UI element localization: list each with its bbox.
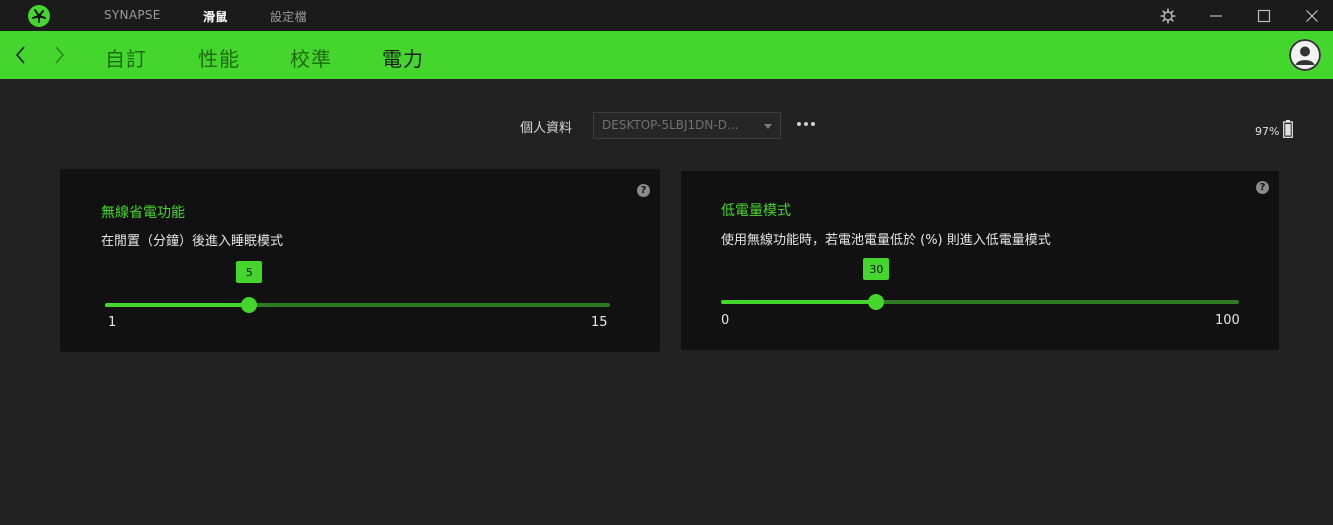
- tab-power[interactable]: 電力: [382, 43, 424, 72]
- slider-fill: [721, 300, 877, 304]
- slider-value-bubble: 5: [236, 261, 263, 283]
- tab-performance[interactable]: 性能: [198, 43, 240, 72]
- razer-logo-icon[interactable]: [27, 4, 51, 28]
- more-options-button[interactable]: [797, 117, 817, 131]
- sleep-timeout-slider[interactable]: 5: [105, 261, 610, 313]
- slider-thumb[interactable]: [868, 294, 885, 310]
- chevron-down-icon: [764, 124, 772, 129]
- low-power-max-label: 100: [1215, 313, 1240, 328]
- sleep-min-label: 1: [108, 315, 117, 330]
- dot-icon: [811, 122, 815, 126]
- dot-icon: [797, 122, 801, 126]
- tab-customize[interactable]: 自訂: [105, 43, 147, 72]
- profile-dropdown[interactable]: DESKTOP-5LBJ1DN-D...: [593, 112, 781, 139]
- sleep-settings-card: ? 無線省電功能 在閒置（分鐘）後進入睡眠模式 5 1 15: [60, 169, 660, 352]
- low-power-min-label: 0: [721, 313, 730, 328]
- slider-thumb[interactable]: [241, 297, 258, 313]
- gear-icon: [1160, 8, 1176, 24]
- settings-gear-button[interactable]: [1157, 5, 1179, 27]
- user-icon: [1289, 39, 1321, 71]
- dot-icon: [804, 122, 808, 126]
- low-power-card-description: 使用無線功能時，若電池電量低於 (%) 則進入低電量模式: [721, 233, 1051, 248]
- topnav-synapse[interactable]: SYNAPSE: [104, 8, 161, 22]
- profile-label: 個人資料: [520, 121, 573, 136]
- battery-percentage: 97%: [1255, 125, 1280, 138]
- user-avatar[interactable]: [1289, 39, 1321, 71]
- battery-icon: [1283, 120, 1293, 138]
- slider-fill: [105, 303, 250, 307]
- topnav-mouse[interactable]: 滑鼠: [203, 8, 228, 25]
- back-arrow-icon[interactable]: [9, 43, 33, 67]
- minimize-icon: [1210, 15, 1222, 17]
- slider-value-bubble: 30: [863, 258, 890, 280]
- forward-arrow-icon[interactable]: [47, 43, 71, 67]
- tab-calibration[interactable]: 校準: [290, 43, 332, 72]
- low-power-card-title: 低電量模式: [721, 203, 791, 219]
- sleep-max-label: 15: [591, 315, 608, 330]
- close-button[interactable]: [1301, 5, 1323, 27]
- maximize-button[interactable]: [1253, 5, 1275, 27]
- maximize-icon: [1257, 9, 1271, 23]
- low-power-card: ? 低電量模式 使用無線功能時，若電池電量低於 (%) 則進入低電量模式 30 …: [681, 171, 1279, 350]
- profile-selected-value: DESKTOP-5LBJ1DN-D...: [602, 118, 739, 132]
- section-nav-bar: 自訂 性能 校準 電力: [0, 31, 1333, 79]
- minimize-button[interactable]: [1205, 5, 1227, 27]
- help-icon[interactable]: ?: [637, 184, 650, 197]
- low-power-threshold-slider[interactable]: 30: [721, 258, 1239, 310]
- sleep-card-title: 無線省電功能: [101, 205, 185, 221]
- close-icon: [1306, 10, 1318, 22]
- sleep-card-description: 在閒置（分鐘）後進入睡眠模式: [101, 234, 284, 249]
- topnav-profiles[interactable]: 設定檔: [270, 8, 307, 25]
- help-icon[interactable]: ?: [1256, 181, 1269, 194]
- title-bar: SYNAPSE 滑鼠 設定檔: [0, 0, 1333, 31]
